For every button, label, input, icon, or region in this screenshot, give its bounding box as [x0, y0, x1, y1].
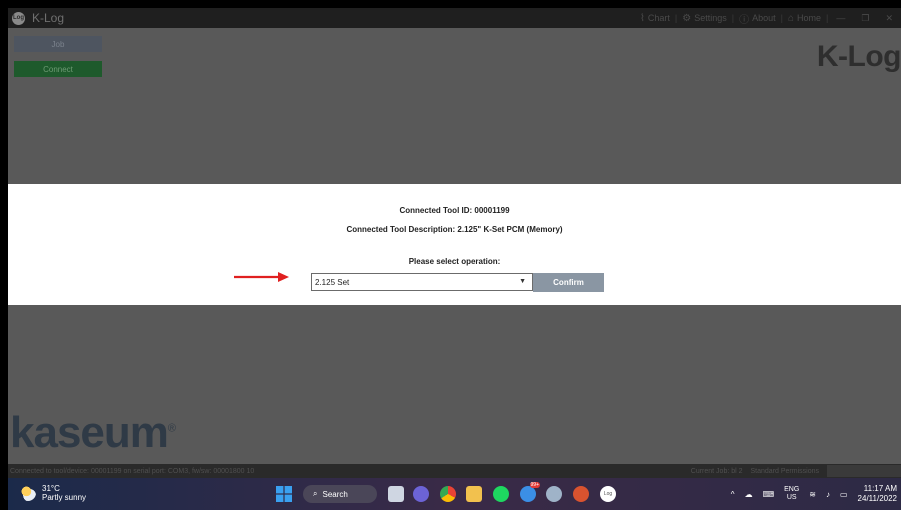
select-operation-label: Please select operation:	[408, 257, 501, 266]
kaseum-logo-text: kaseum	[10, 408, 169, 457]
windows-start-icon[interactable]	[276, 486, 292, 502]
close-icon[interactable]: ✕	[877, 13, 901, 24]
status-right: Current Job: bl 2 Standard Permissions	[691, 464, 901, 478]
language-indicator[interactable]: ENG US	[779, 486, 804, 502]
notification-badge: 99+	[529, 482, 540, 488]
permissions-status: Standard Permissions	[750, 467, 819, 475]
title-bar: Log K-Log ⌇ Chart | ⚙ Settings | ⓘ About…	[8, 8, 901, 28]
keyboard-icon[interactable]: ⌨	[758, 490, 780, 499]
nav-about[interactable]: ⓘ About	[734, 11, 781, 26]
powerpoint-icon[interactable]	[573, 486, 589, 502]
partly-sunny-icon	[20, 485, 36, 501]
app-title: K-Log	[32, 11, 65, 25]
weather-text: 31°C Partly sunny	[42, 484, 86, 502]
chrome-icon[interactable]	[440, 486, 456, 502]
registered-mark: ®	[167, 422, 176, 435]
status-box	[827, 465, 901, 477]
clock-time: 11:17 AM	[863, 484, 897, 493]
clock[interactable]: 11:17 AM 24/11/2022	[853, 484, 901, 504]
connected-tool-description: Connected Tool Description: 2.125" K-Set…	[346, 225, 563, 234]
temperature: 31°C	[42, 484, 60, 493]
taskbar-search[interactable]: ⌕ Search	[303, 485, 377, 503]
telegram-icon[interactable]: 99+	[520, 482, 540, 502]
nav-about-label: About	[752, 13, 776, 23]
chevron-down-icon: ▼	[519, 278, 526, 285]
chevron-up-icon[interactable]: ^	[726, 490, 740, 499]
klog-taskbar-icon[interactable]: Log	[600, 486, 616, 502]
top-nav: ⌇ Chart | ⚙ Settings | ⓘ About | ⌂ Home …	[635, 8, 901, 28]
status-bar: Connected to tool/device: 00001199 on se…	[8, 464, 901, 478]
info-icon: ⓘ	[739, 14, 750, 26]
chart-icon: ⌇	[640, 12, 645, 24]
nav-home-label: Home	[797, 13, 822, 23]
nav-settings[interactable]: ⚙ Settings	[677, 13, 732, 24]
app-logo-icon: Log	[12, 11, 25, 25]
chat-icon[interactable]	[413, 486, 429, 502]
search-label: Search	[322, 489, 348, 499]
job-button[interactable]: Job	[14, 36, 102, 52]
connected-tool-id: Connected Tool ID: 00001199	[399, 206, 510, 215]
volume-icon[interactable]: ♪	[821, 490, 835, 499]
klog-logo: K-Log	[816, 40, 901, 73]
nav-chart[interactable]: ⌇ Chart	[635, 13, 675, 24]
connection-status: Connected to tool/device: 00001199 on se…	[10, 467, 255, 475]
weather-condition: Partly sunny	[42, 493, 87, 502]
spotify-icon[interactable]	[493, 486, 509, 502]
red-arrow-icon	[234, 272, 289, 282]
system-tray: ^ ☁ ⌨ ENG US ≋ ♪ ▭ 11:17 AM 24/11/2022	[726, 478, 901, 510]
klog-taskbar-label: Log	[603, 491, 613, 497]
select-operation-dialog: Connected Tool ID: 00001199 Connected To…	[8, 184, 901, 305]
current-job: Current Job: bl 2	[690, 467, 743, 475]
restore-icon[interactable]: ❐	[853, 13, 877, 24]
connect-button[interactable]: Connect	[14, 61, 102, 77]
operation-select[interactable]: 2.125 Set ▼	[311, 273, 533, 291]
language-code: ENG	[784, 486, 800, 493]
confirm-button[interactable]: Confirm	[533, 273, 604, 292]
file-explorer-icon[interactable]	[466, 486, 482, 502]
windows-taskbar: 31°C Partly sunny ⌕ Search 99+ Log ^ ☁ ⌨…	[8, 478, 901, 510]
task-view-icon[interactable]	[388, 486, 404, 502]
settings-app-icon[interactable]	[546, 486, 562, 502]
nav-settings-label: Settings	[694, 13, 727, 23]
region-code: US	[786, 494, 797, 501]
nav-chart-label: Chart	[647, 13, 670, 23]
home-icon: ⌂	[787, 12, 795, 24]
minimize-icon[interactable]: —	[828, 13, 853, 23]
operation-select-value: 2.125 Set	[315, 277, 350, 287]
onedrive-icon[interactable]: ☁	[740, 490, 758, 499]
search-icon: ⌕	[313, 489, 318, 498]
clock-date: 24/11/2022	[857, 494, 897, 503]
nav-home[interactable]: ⌂ Home	[783, 13, 826, 24]
kaseum-logo: kaseum®	[10, 408, 176, 458]
gear-icon: ⚙	[682, 12, 692, 24]
weather-widget[interactable]: 31°C Partly sunny	[20, 484, 86, 502]
battery-icon[interactable]: ▭	[835, 490, 853, 499]
wifi-icon[interactable]: ≋	[804, 490, 821, 499]
